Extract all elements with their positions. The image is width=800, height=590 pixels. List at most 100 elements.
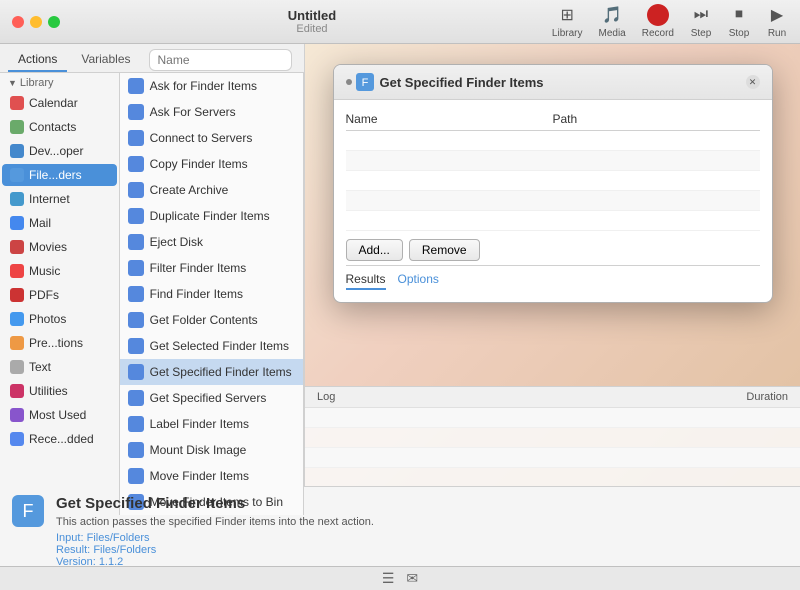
main-area: Actions Variables ▼ Library Calendar Co <box>0 44 800 486</box>
sidebar-item-recent[interactable]: Rece...dded <box>2 428 117 450</box>
action-get-servers[interactable]: Get Specified Servers <box>120 385 303 411</box>
sidebar-item-label: Internet <box>29 192 70 206</box>
action-create-archive[interactable]: Create Archive <box>120 177 303 203</box>
app-subtitle: Edited <box>72 23 552 35</box>
maximize-button[interactable] <box>48 16 60 28</box>
svg-text:F: F <box>361 77 368 89</box>
remove-button[interactable]: Remove <box>409 239 480 261</box>
sidebar-item-developer[interactable]: Dev...oper <box>2 140 117 162</box>
action-get-specified[interactable]: Get Specified Finder Items <box>120 359 303 385</box>
envelope-icon[interactable]: ✉ <box>406 570 418 587</box>
sidebar-item-label: Text <box>29 360 51 374</box>
toolbar-library[interactable]: ⊞ Library <box>552 4 583 39</box>
version-value: 1.1.2 <box>99 556 123 568</box>
mail-icon <box>10 216 24 230</box>
left-panel: Actions Variables ▼ Library Calendar Co <box>0 44 305 486</box>
action-icon <box>128 416 144 432</box>
action-filter-finder[interactable]: Filter Finder Items <box>120 255 303 281</box>
action-eject-disk[interactable]: Eject Disk <box>120 229 303 255</box>
mostused-icon <box>10 408 24 422</box>
media-label: Media <box>599 28 626 39</box>
action-icon <box>128 130 144 146</box>
action-connect-servers[interactable]: Connect to Servers <box>120 125 303 151</box>
dialog-tab-options[interactable]: Options <box>398 270 439 290</box>
sidebar-item-label: Contacts <box>29 120 76 134</box>
list-icon[interactable]: ☰ <box>382 570 395 587</box>
action-icon <box>128 442 144 458</box>
sidebar-item-contacts[interactable]: Contacts <box>2 116 117 138</box>
tab-variables[interactable]: Variables <box>71 48 140 72</box>
get-specified-dialog: F Get Specified Finder Items ✕ Name Path <box>333 64 773 303</box>
action-ask-servers[interactable]: Ask For Servers <box>120 99 303 125</box>
toolbar-run[interactable]: ▶ Run <box>766 4 788 39</box>
sidebar-item-internet[interactable]: Internet <box>2 188 117 210</box>
add-button[interactable]: Add... <box>346 239 403 261</box>
sidebar-item-photos[interactable]: Photos <box>2 308 117 330</box>
action-get-folder[interactable]: Get Folder Contents <box>120 307 303 333</box>
sidebar-section-library: ▼ Library <box>0 73 119 91</box>
action-get-selected[interactable]: Get Selected Finder Items <box>120 333 303 359</box>
input-value: Files/Folders <box>87 532 150 544</box>
close-button[interactable] <box>12 16 24 28</box>
action-copy-finder[interactable]: Copy Finder Items <box>120 151 303 177</box>
toolbar-step[interactable]: ⏭ Step <box>690 4 712 39</box>
input-label: Input: <box>56 532 84 544</box>
sidebar-item-utilities[interactable]: Utilities <box>2 380 117 402</box>
dialog-row <box>346 151 760 171</box>
toolbar: ⊞ Library 🎵 Media Record ⏭ Step ⏹ Stop ▶… <box>552 4 788 39</box>
action-icon <box>128 234 144 250</box>
record-label: Record <box>642 28 674 39</box>
bottom-panel-description: This action passes the specified Finder … <box>56 516 788 528</box>
action-mount-disk[interactable]: Mount Disk Image <box>120 437 303 463</box>
action-find-finder[interactable]: Find Finder Items <box>120 281 303 307</box>
action-ask-finder[interactable]: Ask for Finder Items <box>120 73 303 99</box>
finder-icon <box>10 168 24 182</box>
action-icon <box>128 104 144 120</box>
dialog-row <box>346 131 760 151</box>
log-row <box>305 448 800 468</box>
sidebar-item-calendar[interactable]: Calendar <box>2 92 117 114</box>
toolbar-media[interactable]: 🎵 Media <box>599 4 626 39</box>
dialog-row <box>346 211 760 231</box>
version-label: Version: <box>56 556 96 568</box>
sidebar-item-text[interactable]: Text <box>2 356 117 378</box>
sidebar-item-mostused[interactable]: Most Used <box>2 404 117 426</box>
internet-icon <box>10 192 24 206</box>
toolbar-record[interactable]: Record <box>642 4 674 39</box>
dialog-rows <box>346 131 760 231</box>
dialog-tab-results[interactable]: Results <box>346 270 386 290</box>
canvas: F Get Specified Finder Items ✕ Name Path <box>305 44 800 486</box>
step-icon: ⏭ <box>690 4 712 26</box>
bottom-icon: F <box>12 495 44 527</box>
sidebar-item-pdfs[interactable]: PDFs <box>2 284 117 306</box>
sidebar-item-label: Utilities <box>29 384 68 398</box>
library-icon: ⊞ <box>556 4 578 26</box>
title-info: Untitled Edited <box>72 8 552 35</box>
sidebar-item-label: Pre...tions <box>29 336 83 350</box>
action-label-finder[interactable]: Label Finder Items <box>120 411 303 437</box>
dialog-col-name: Name <box>346 112 553 126</box>
log-area: Log Duration <box>305 386 800 486</box>
action-duplicate-finder[interactable]: Duplicate Finder Items <box>120 203 303 229</box>
sidebar-item-music[interactable]: Music <box>2 260 117 282</box>
tab-actions[interactable]: Actions <box>8 48 67 72</box>
sidebar-item-movies[interactable]: Movies <box>2 236 117 258</box>
text-icon <box>10 360 24 374</box>
dialog-row <box>346 191 760 211</box>
search-input[interactable] <box>149 49 293 71</box>
toolbar-stop[interactable]: ⏹ Stop <box>728 4 750 39</box>
sidebar-item-label: File...ders <box>29 168 82 182</box>
minimize-button[interactable] <box>30 16 42 28</box>
dialog-col-path: Path <box>553 112 760 126</box>
action-icon <box>128 260 144 276</box>
dialog-close-button[interactable]: ✕ <box>746 75 760 89</box>
sidebar-item-presentations[interactable]: Pre...tions <box>2 332 117 354</box>
sidebar-item-mail[interactable]: Mail <box>2 212 117 234</box>
dialog-indicator <box>346 79 352 85</box>
stop-icon: ⏹ <box>728 4 750 26</box>
action-icon <box>128 286 144 302</box>
sidebar-item-finder[interactable]: File...ders <box>2 164 117 186</box>
sidebar-item-label: Mail <box>29 216 51 230</box>
app-title: Untitled <box>72 8 552 23</box>
action-move-finder[interactable]: Move Finder Items <box>120 463 303 489</box>
